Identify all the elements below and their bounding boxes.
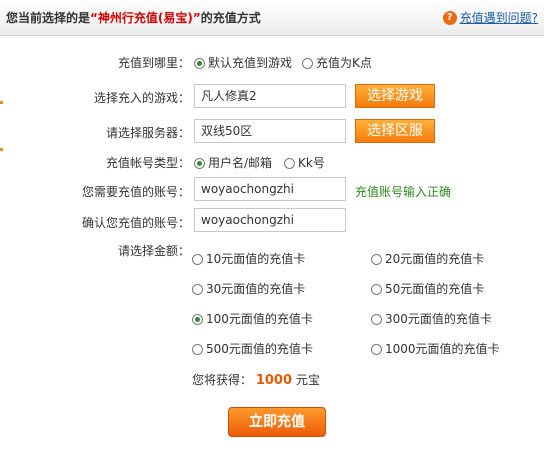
select-game-button[interactable]: 选择游戏: [355, 84, 435, 108]
option-recharge-to-kpoint[interactable]: 充值为K点: [302, 54, 372, 71]
reward-line: 您将获得： 1000 元宝: [192, 371, 320, 388]
account-input[interactable]: woyaochongzhi: [194, 177, 346, 201]
page-title: 您当前选择的是“神州行充值(易宝)”的充值方式: [6, 9, 261, 26]
server-field[interactable]: 双线50区: [194, 119, 346, 143]
account-valid-message: 充值账号输入正确: [355, 185, 452, 199]
amount-option-50[interactable]: 50元面值的充值卡: [371, 280, 484, 297]
side-marker: [0, 148, 3, 151]
radio-icon[interactable]: [284, 158, 295, 169]
amount-option-300[interactable]: 300元面值的充值卡: [371, 310, 492, 327]
radio-icon[interactable]: [194, 58, 205, 69]
recharge-target-label: 充值到哪里：: [117, 56, 190, 70]
radio-icon[interactable]: [371, 284, 382, 295]
radio-icon[interactable]: [192, 254, 203, 265]
radio-icon[interactable]: [192, 344, 203, 355]
title-suffix: 的充值方式: [200, 11, 261, 25]
radio-icon[interactable]: [192, 284, 203, 295]
radio-icon[interactable]: [371, 344, 382, 355]
confirm-account-label: 确认您充值的账号：: [81, 216, 190, 230]
title-prefix: 您当前选择的是: [6, 11, 91, 25]
amount-option-500[interactable]: 500元面值的充值卡: [192, 340, 313, 357]
amount-option-1000[interactable]: 1000元面值的充值卡: [371, 340, 500, 357]
game-label: 选择充入的游戏：: [93, 91, 190, 105]
select-server-button[interactable]: 选择区服: [355, 119, 435, 143]
radio-icon[interactable]: [192, 314, 203, 325]
radio-icon[interactable]: [302, 58, 313, 69]
account-type-label: 充值帐号类型：: [105, 156, 190, 170]
submit-recharge-button[interactable]: 立即充值: [228, 407, 326, 437]
payment-method-name: “神州行充值(易宝)”: [90, 11, 201, 25]
option-recharge-to-game[interactable]: 默认充值到游戏: [194, 54, 292, 71]
radio-icon[interactable]: [194, 158, 205, 169]
option-username-email[interactable]: 用户名/邮箱: [194, 154, 272, 171]
amount-option-100[interactable]: 100元面值的充值卡: [192, 310, 313, 327]
side-marker: [0, 101, 3, 104]
amount-option-20[interactable]: 20元面值的充值卡: [371, 250, 484, 267]
account-label: 您需要充值的账号：: [81, 185, 190, 199]
reward-amount: 1000: [255, 373, 293, 388]
amount-option-10[interactable]: 10元面值的充值卡: [192, 250, 305, 267]
radio-icon[interactable]: [371, 254, 382, 265]
game-field[interactable]: 凡人修真2: [194, 84, 346, 108]
header-bar: 您当前选择的是“神州行充值(易宝)”的充值方式 ? 充值遇到问题?: [0, 0, 544, 36]
server-label: 请选择服务器：: [105, 126, 190, 140]
help-link[interactable]: 充值遇到问题?: [460, 9, 538, 26]
amount-label: 请选择金额：: [117, 244, 190, 258]
reward-prefix: 您将获得：: [192, 373, 253, 387]
help-link-group[interactable]: ? 充值遇到问题?: [442, 9, 538, 26]
option-kk-number[interactable]: Kk号: [284, 154, 325, 171]
confirm-account-input[interactable]: woyaochongzhi: [194, 208, 346, 232]
reward-unit: 元宝: [295, 373, 320, 387]
radio-icon[interactable]: [371, 314, 382, 325]
question-icon[interactable]: ?: [442, 10, 457, 25]
amount-option-30[interactable]: 30元面值的充值卡: [192, 280, 305, 297]
